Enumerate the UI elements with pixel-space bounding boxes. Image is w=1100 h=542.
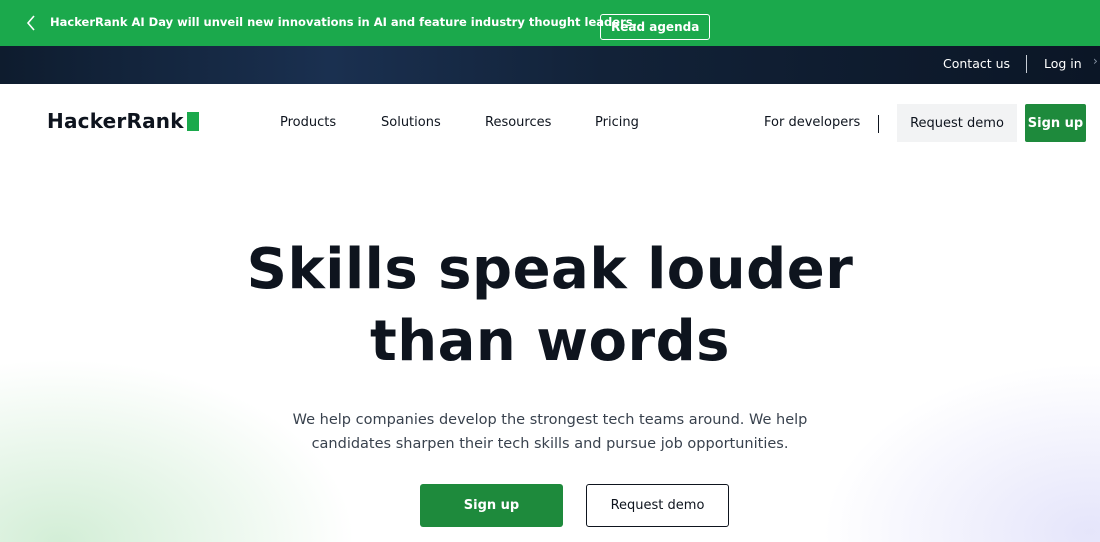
nav-item-resources[interactable]: Resources [485,115,551,130]
utility-bar: Contact us Log in › [0,46,1100,84]
for-developers-link[interactable]: For developers [764,115,860,130]
hero-section: Skills speak louder than words We help c… [0,162,1100,542]
hero-headline-line2: than words [369,309,731,374]
logo-mark-icon [186,111,199,131]
log-in-link[interactable]: Log in [1044,56,1082,71]
read-agenda-button[interactable]: Read agenda [600,14,711,40]
hero-subtext-line1: We help companies develop the strongest … [292,412,808,428]
hackerrank-logo[interactable]: HackerRank [47,109,199,133]
chevron-left-icon[interactable] [22,13,40,33]
contact-us-link[interactable]: Contact us [943,56,1010,71]
nav-item-solutions[interactable]: Solutions [381,115,441,130]
nav-item-products[interactable]: Products [280,115,336,130]
chevron-right-icon: › [1093,54,1098,68]
nav-divider [878,115,879,133]
utility-divider [1026,55,1027,73]
request-demo-button[interactable]: Request demo [897,104,1017,142]
sign-up-button[interactable]: Sign up [1025,104,1086,142]
hero-sign-up-button[interactable]: Sign up [420,484,563,527]
nav-item-pricing[interactable]: Pricing [595,115,639,130]
announcement-message: HackerRank AI Day will unveil new innova… [50,15,637,29]
main-navigation: HackerRank Products Solutions Resources … [0,84,1100,162]
announcement-bar: HackerRank AI Day will unveil new innova… [0,0,1100,46]
logo-text: HackerRank [47,109,184,133]
hero-subtext-line2: candidates sharpen their tech skills and… [311,436,789,452]
hero-request-demo-button[interactable]: Request demo [586,484,729,527]
hero-headline-line1: Skills speak louder [246,237,854,302]
